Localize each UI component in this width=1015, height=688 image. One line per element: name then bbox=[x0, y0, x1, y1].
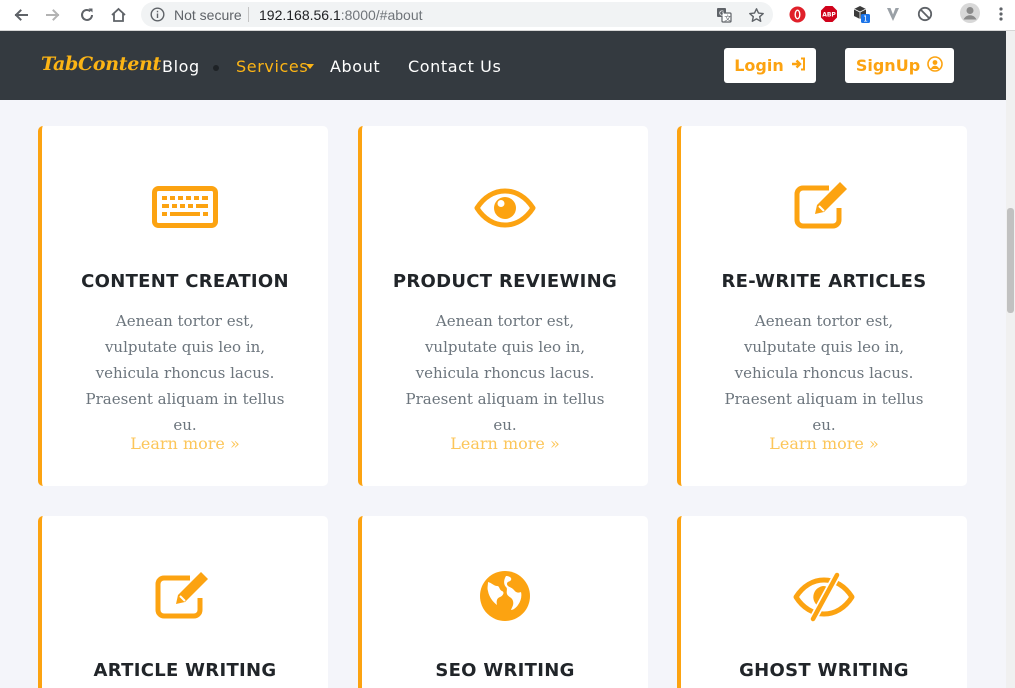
block-icon[interactable] bbox=[916, 5, 934, 23]
signup-label: SignUp bbox=[855, 56, 921, 75]
service-card: PRODUCT REVIEWING Aenean tortor est, vul… bbox=[358, 126, 648, 486]
card-description: Aenean tortor est, vulputate quis leo in… bbox=[405, 312, 605, 434]
scroll-thumb[interactable] bbox=[1007, 208, 1014, 313]
profile-icon[interactable] bbox=[960, 3, 980, 23]
login-button[interactable]: Login bbox=[724, 48, 816, 83]
address-bar[interactable]: Not secure 192.168.56.1:8000/#about G文 bbox=[141, 2, 773, 27]
card-title: CONTENT CREATION bbox=[81, 271, 289, 292]
star-icon[interactable] bbox=[747, 6, 765, 24]
url-host: 192.168.56.1 bbox=[259, 7, 341, 23]
service-card: RE-WRITE ARTICLES Aenean tortor est, vul… bbox=[677, 126, 967, 486]
edit-icon bbox=[681, 180, 967, 230]
card-title: GHOST WRITING bbox=[739, 660, 909, 681]
learn-more-link[interactable]: Learn more » bbox=[42, 434, 328, 453]
eye-slash-icon bbox=[681, 572, 967, 622]
nav-contact[interactable]: Contact Us bbox=[408, 57, 501, 76]
service-card: ARTICLE WRITING bbox=[38, 516, 328, 688]
forward-icon[interactable] bbox=[42, 4, 64, 26]
card-description: Aenean tortor est, vulputate quis leo in… bbox=[724, 312, 924, 434]
service-card: CONTENT CREATION Aenean tortor est, vulp… bbox=[38, 126, 328, 486]
opera-icon[interactable] bbox=[788, 5, 806, 23]
translate-icon[interactable]: G文 bbox=[715, 6, 733, 24]
nav-services[interactable]: Services bbox=[236, 57, 308, 76]
adblock-label: ABP bbox=[822, 12, 836, 19]
svg-text:文: 文 bbox=[724, 14, 731, 23]
signup-button[interactable]: SignUp bbox=[845, 48, 954, 83]
sign-in-icon bbox=[791, 56, 806, 75]
learn-more-link[interactable]: Learn more » bbox=[362, 434, 648, 453]
card-title: RE-WRITE ARTICLES bbox=[721, 271, 927, 292]
extension-icon[interactable]: 1 bbox=[852, 5, 870, 23]
menu-icon[interactable] bbox=[994, 5, 1008, 23]
eye-icon bbox=[362, 188, 648, 228]
page-scrollbar[interactable] bbox=[1006, 31, 1015, 688]
chevron-down-icon[interactable] bbox=[306, 64, 314, 69]
omnibox-divider bbox=[248, 7, 249, 22]
globe-icon bbox=[362, 570, 648, 622]
vpn-icon[interactable] bbox=[884, 5, 902, 23]
login-label: Login bbox=[734, 56, 784, 75]
reload-icon[interactable] bbox=[76, 4, 98, 26]
site-header: TabContent Blog Services About Contact U… bbox=[0, 31, 1006, 100]
service-card: SEO WRITING bbox=[358, 516, 648, 688]
service-card: GHOST WRITING bbox=[677, 516, 967, 688]
back-icon[interactable] bbox=[10, 4, 32, 26]
card-title: ARTICLE WRITING bbox=[93, 660, 277, 681]
nav-about[interactable]: About bbox=[330, 57, 380, 76]
brand-logo[interactable]: TabContent bbox=[41, 53, 161, 75]
extension-badge: 1 bbox=[863, 14, 868, 23]
user-circle-icon bbox=[927, 55, 943, 76]
info-icon[interactable] bbox=[150, 7, 165, 27]
home-icon[interactable] bbox=[107, 4, 129, 26]
card-title: PRODUCT REVIEWING bbox=[392, 271, 618, 292]
nav-blog[interactable]: Blog bbox=[162, 57, 200, 76]
url-text[interactable]: 192.168.56.1:8000/#about bbox=[259, 7, 423, 23]
learn-more-link[interactable]: Learn more » bbox=[681, 434, 967, 453]
keyboard-icon bbox=[42, 186, 328, 228]
card-description: Aenean tortor est, vulputate quis leo in… bbox=[85, 312, 285, 434]
url-path: :8000/#about bbox=[340, 7, 423, 23]
adblock-icon[interactable]: ABP bbox=[820, 5, 838, 23]
nav-separator bbox=[213, 65, 219, 71]
card-title: SEO WRITING bbox=[435, 660, 575, 681]
browser-toolbar: Not secure 192.168.56.1:8000/#about G文 A… bbox=[0, 0, 1015, 31]
edit-icon bbox=[42, 570, 328, 620]
security-label: Not secure bbox=[174, 7, 242, 23]
